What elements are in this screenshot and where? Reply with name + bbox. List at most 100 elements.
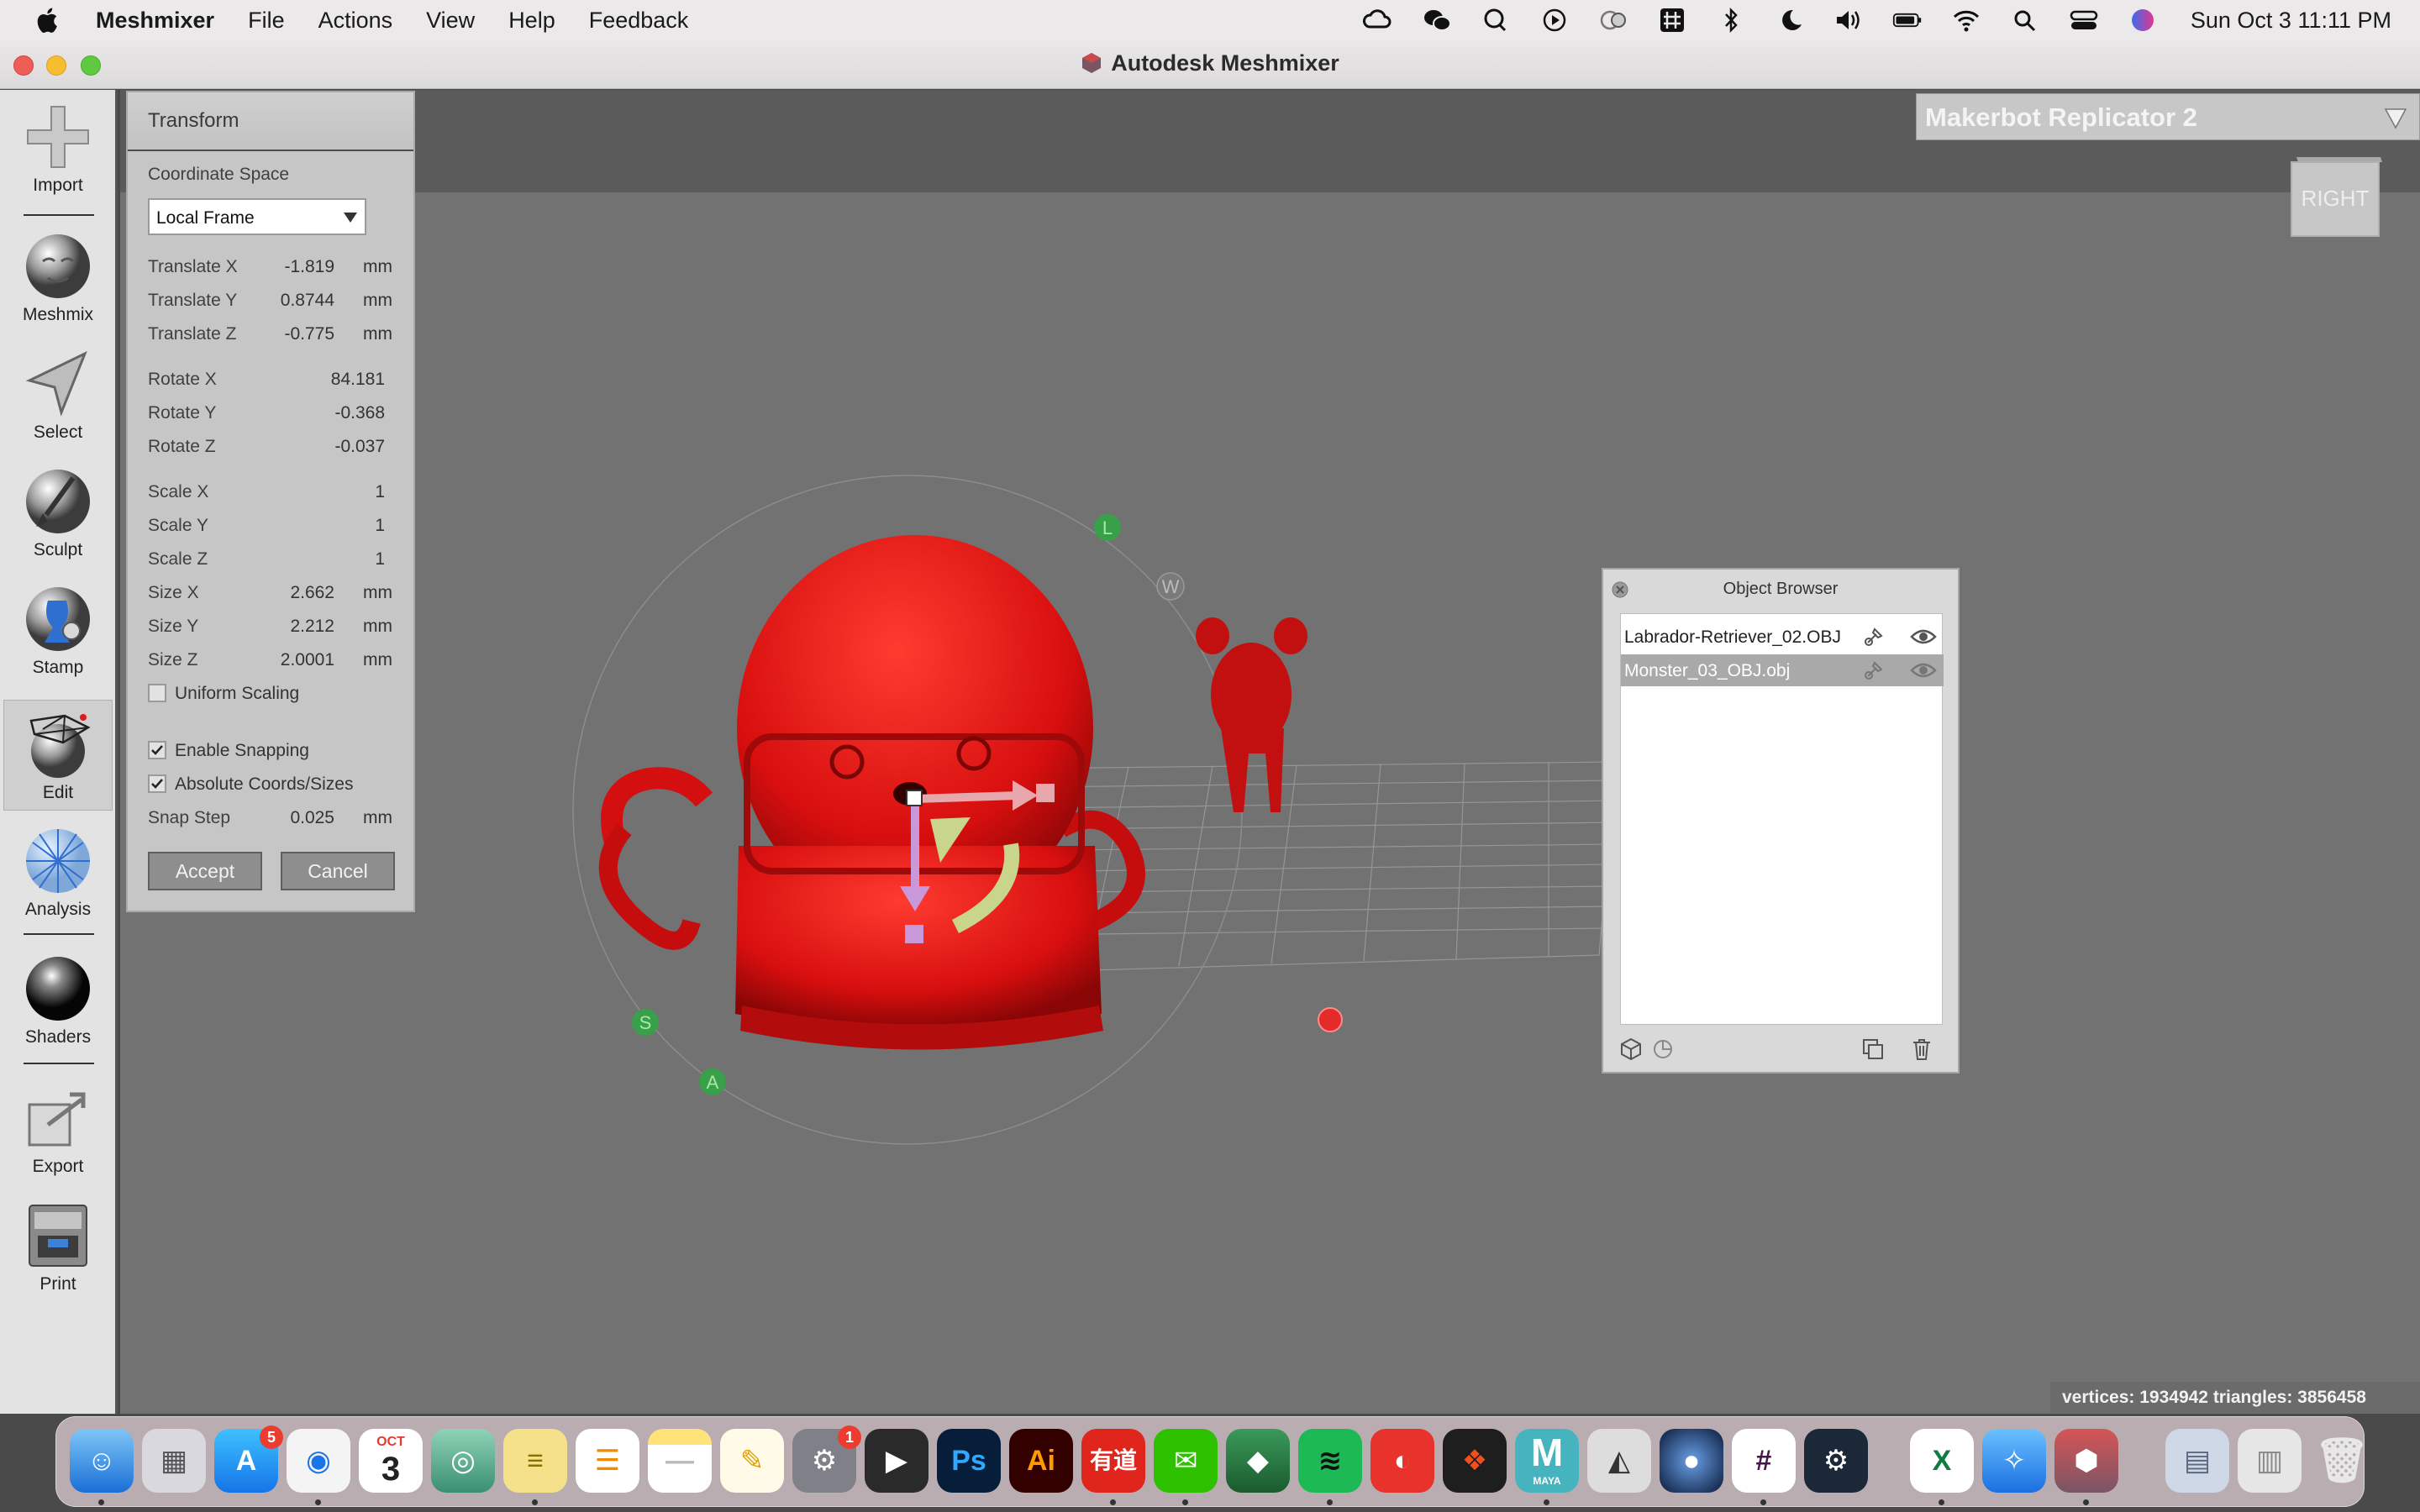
visibility-eye-icon[interactable] bbox=[1910, 627, 1937, 646]
object-row-labrador[interactable]: Labrador-Retriever_02.OBJ bbox=[1621, 621, 1944, 653]
translate-z-value[interactable]: -0.775 bbox=[242, 324, 334, 344]
visibility-eye-icon[interactable] bbox=[1910, 661, 1937, 680]
documents-stack-icon[interactable]: ▥ bbox=[2238, 1429, 2302, 1493]
grid-app-icon[interactable] bbox=[1656, 6, 1688, 34]
dog-model[interactable] bbox=[1196, 617, 1307, 812]
slack-icon[interactable]: # bbox=[1732, 1429, 1796, 1493]
rhino-icon[interactable]: ◭ bbox=[1587, 1429, 1651, 1493]
pin-icon[interactable] bbox=[1863, 626, 1885, 648]
tool-analysis[interactable]: Analysis bbox=[3, 817, 113, 928]
scale-y-value[interactable]: 1 bbox=[292, 516, 385, 536]
apple-icon[interactable] bbox=[34, 6, 62, 34]
tool-sculpt[interactable]: Sculpt bbox=[3, 458, 113, 569]
wifi-icon[interactable] bbox=[1950, 6, 1982, 34]
pin-icon[interactable] bbox=[1863, 659, 1885, 681]
enable-snapping-checkbox[interactable] bbox=[148, 741, 166, 759]
steam-icon[interactable]: ⚙ bbox=[1804, 1429, 1868, 1493]
cinema4d-icon[interactable]: ● bbox=[1660, 1429, 1723, 1493]
qq-icon[interactable] bbox=[1480, 6, 1512, 34]
finder-icon[interactable]: ☺ bbox=[70, 1429, 134, 1493]
uniform-scaling-checkbox[interactable] bbox=[148, 684, 166, 702]
size-y-value[interactable]: 2.212 bbox=[242, 617, 334, 637]
menu-app-name[interactable]: Meshmixer bbox=[96, 8, 214, 34]
wechat-dock-icon[interactable]: ✉ bbox=[1154, 1429, 1218, 1493]
moon-icon[interactable] bbox=[1774, 6, 1806, 34]
translate-y-value[interactable]: 0.8744 bbox=[242, 291, 334, 311]
menu-actions[interactable]: Actions bbox=[318, 8, 393, 34]
downloads-folder-icon[interactable]: ▤ bbox=[2165, 1429, 2229, 1493]
tool-print[interactable]: Print bbox=[3, 1192, 113, 1303]
menu-file[interactable]: File bbox=[248, 8, 285, 34]
spotify-icon[interactable]: ≋ bbox=[1298, 1429, 1362, 1493]
stickies-icon[interactable]: ≡ bbox=[503, 1429, 567, 1493]
gizmo-handle-s[interactable]: S bbox=[632, 1009, 659, 1036]
final-cut-icon[interactable]: ▶ bbox=[865, 1429, 929, 1493]
menu-view[interactable]: View bbox=[426, 8, 475, 34]
photoshop-icon[interactable]: Ps bbox=[937, 1429, 1001, 1493]
menu-help[interactable]: Help bbox=[508, 8, 555, 34]
creative-cloud-icon[interactable] bbox=[1362, 6, 1394, 34]
gizmo-handle-l[interactable]: L bbox=[1094, 514, 1121, 541]
maya-icon[interactable]: M MAYA bbox=[1515, 1429, 1579, 1493]
tool-shaders[interactable]: Shaders bbox=[3, 945, 113, 1056]
figma-icon[interactable]: ❖ bbox=[1443, 1429, 1507, 1493]
system-preferences-icon[interactable]: ⚙ 1 bbox=[792, 1425, 861, 1493]
kite-icon[interactable]: ◆ bbox=[1226, 1429, 1290, 1493]
gizmo-handle-a[interactable]: A bbox=[699, 1068, 726, 1095]
size-z-value[interactable]: 2.0001 bbox=[242, 650, 334, 670]
search-icon[interactable] bbox=[2009, 6, 2041, 34]
tool-meshmix[interactable]: Meshmix bbox=[3, 223, 113, 333]
coordinate-space-select[interactable]: Local Frame bbox=[148, 198, 366, 235]
netease-music-icon[interactable]: ◐ bbox=[1370, 1429, 1434, 1493]
excel-icon[interactable]: X bbox=[1910, 1429, 1974, 1493]
pages-pencil-icon[interactable]: ✎ bbox=[720, 1429, 784, 1493]
dropdown-triangle-icon[interactable] bbox=[2381, 102, 2411, 133]
menu-clock[interactable]: Sun Oct 3 11:11 PM bbox=[2191, 8, 2391, 34]
gizmo-handle-w[interactable]: W bbox=[1156, 572, 1185, 601]
siri-icon[interactable] bbox=[2127, 6, 2159, 34]
safari-icon[interactable]: ✧ bbox=[1982, 1429, 2046, 1493]
reminders-icon[interactable]: ☰ bbox=[576, 1429, 639, 1493]
launchpad-icon[interactable]: ▦ bbox=[142, 1429, 206, 1493]
trash-dock-icon[interactable]: 🗑 bbox=[2310, 1429, 2374, 1493]
volume-icon[interactable] bbox=[1833, 6, 1865, 34]
play-icon[interactable] bbox=[1539, 6, 1570, 34]
youdao-dict-icon[interactable]: 有道 bbox=[1081, 1429, 1145, 1493]
cube-icon[interactable] bbox=[1618, 1037, 1644, 1062]
meshmixer-dock-icon[interactable]: ⬢ bbox=[2054, 1429, 2118, 1493]
menu-feedback[interactable]: Feedback bbox=[589, 8, 689, 34]
size-x-value[interactable]: 2.662 bbox=[242, 583, 334, 603]
tool-edit[interactable]: Edit bbox=[3, 700, 113, 811]
printer-selector[interactable]: Makerbot Replicator 2 bbox=[1916, 93, 2420, 140]
object-row-monster[interactable]: Monster_03_OBJ.obj bbox=[1621, 654, 1944, 686]
notes-icon[interactable]: — bbox=[648, 1429, 712, 1493]
illustrator-icon[interactable]: Ai bbox=[1009, 1429, 1073, 1493]
calendar-icon[interactable]: OCT 3 bbox=[359, 1429, 423, 1493]
cancel-button[interactable]: Cancel bbox=[281, 852, 395, 890]
monster-model[interactable] bbox=[598, 535, 1145, 1050]
scale-x-value[interactable]: 1 bbox=[292, 482, 385, 502]
battery-icon[interactable] bbox=[1891, 6, 1923, 34]
rotate-x-value[interactable]: 84.181 bbox=[292, 370, 385, 390]
rotate-y-value[interactable]: -0.368 bbox=[292, 403, 385, 423]
rotate-z-value[interactable]: -0.037 bbox=[292, 437, 385, 457]
chrome-icon[interactable]: ◉ bbox=[287, 1429, 350, 1493]
cloud-icon[interactable] bbox=[1597, 6, 1629, 34]
snap-step-value[interactable]: 0.025 bbox=[242, 808, 334, 828]
3d-viewport[interactable]: L W S A Makerbot Replicator 2 RIGHT vert… bbox=[120, 90, 2420, 1414]
wechat-icon[interactable] bbox=[1421, 6, 1453, 34]
absolute-coords-checkbox[interactable] bbox=[148, 774, 166, 793]
tool-import[interactable]: Import bbox=[3, 93, 113, 204]
duplicate-icon[interactable] bbox=[1860, 1037, 1886, 1062]
scene-canvas[interactable]: L W S A bbox=[120, 90, 2420, 1414]
pivot-point-handle[interactable] bbox=[1318, 1007, 1343, 1032]
accept-button[interactable]: Accept bbox=[148, 852, 262, 890]
control-center-icon[interactable] bbox=[2068, 6, 2100, 34]
bluetooth-icon[interactable] bbox=[1715, 6, 1747, 34]
tool-export[interactable]: Export bbox=[3, 1074, 113, 1185]
tool-stamp[interactable]: Stamp bbox=[3, 575, 113, 686]
translate-x-value[interactable]: -1.819 bbox=[242, 257, 334, 277]
trash-icon[interactable] bbox=[1909, 1037, 1934, 1062]
view-cube[interactable]: RIGHT bbox=[2288, 142, 2389, 243]
scale-z-value[interactable]: 1 bbox=[292, 549, 385, 570]
